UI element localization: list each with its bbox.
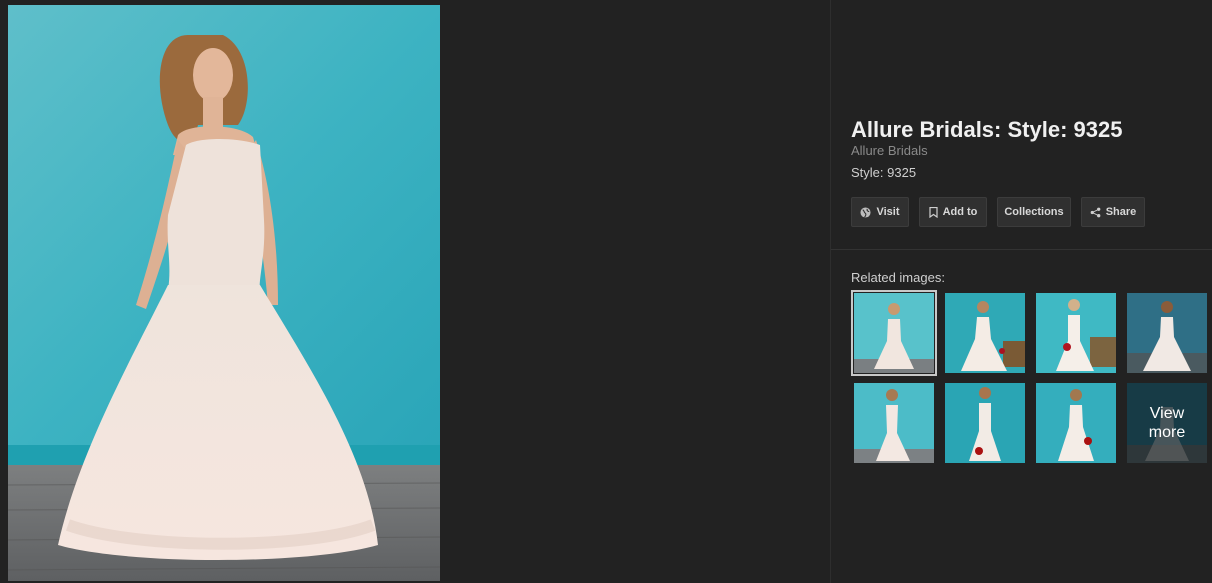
view-more-button[interactable]: View more	[1127, 383, 1207, 463]
related-thumbnail[interactable]	[851, 290, 937, 376]
related-images-label: Related images:	[851, 270, 945, 285]
share-button[interactable]: Share	[1081, 197, 1145, 227]
add-to-button[interactable]: Add to	[919, 197, 987, 227]
collections-label: Collections	[1004, 206, 1064, 218]
image-description: Style: 9325	[851, 165, 917, 180]
related-thumbnail[interactable]	[945, 383, 1025, 463]
image-source[interactable]: Allure Bridals	[851, 143, 928, 158]
view-more-label: View more	[1127, 383, 1207, 463]
collections-button[interactable]: Collections	[997, 197, 1071, 227]
add-to-label: Add to	[942, 206, 978, 218]
related-thumbnail[interactable]	[1127, 293, 1207, 373]
panel-divider	[830, 0, 831, 583]
share-label: Share	[1105, 206, 1137, 218]
share-icon	[1090, 207, 1101, 218]
bookmark-icon	[928, 206, 938, 218]
related-thumbnail[interactable]	[1036, 383, 1116, 463]
visit-button[interactable]: Visit	[851, 197, 909, 227]
related-thumbnail[interactable]	[945, 293, 1025, 373]
globe-icon	[860, 206, 872, 218]
related-thumbnail[interactable]	[1036, 293, 1116, 373]
related-thumbnail[interactable]	[854, 383, 934, 463]
section-divider	[831, 249, 1212, 250]
visit-label: Visit	[876, 206, 900, 218]
main-image[interactable]	[8, 5, 440, 581]
image-title[interactable]: Allure Bridals: Style: 9325	[851, 117, 1122, 143]
